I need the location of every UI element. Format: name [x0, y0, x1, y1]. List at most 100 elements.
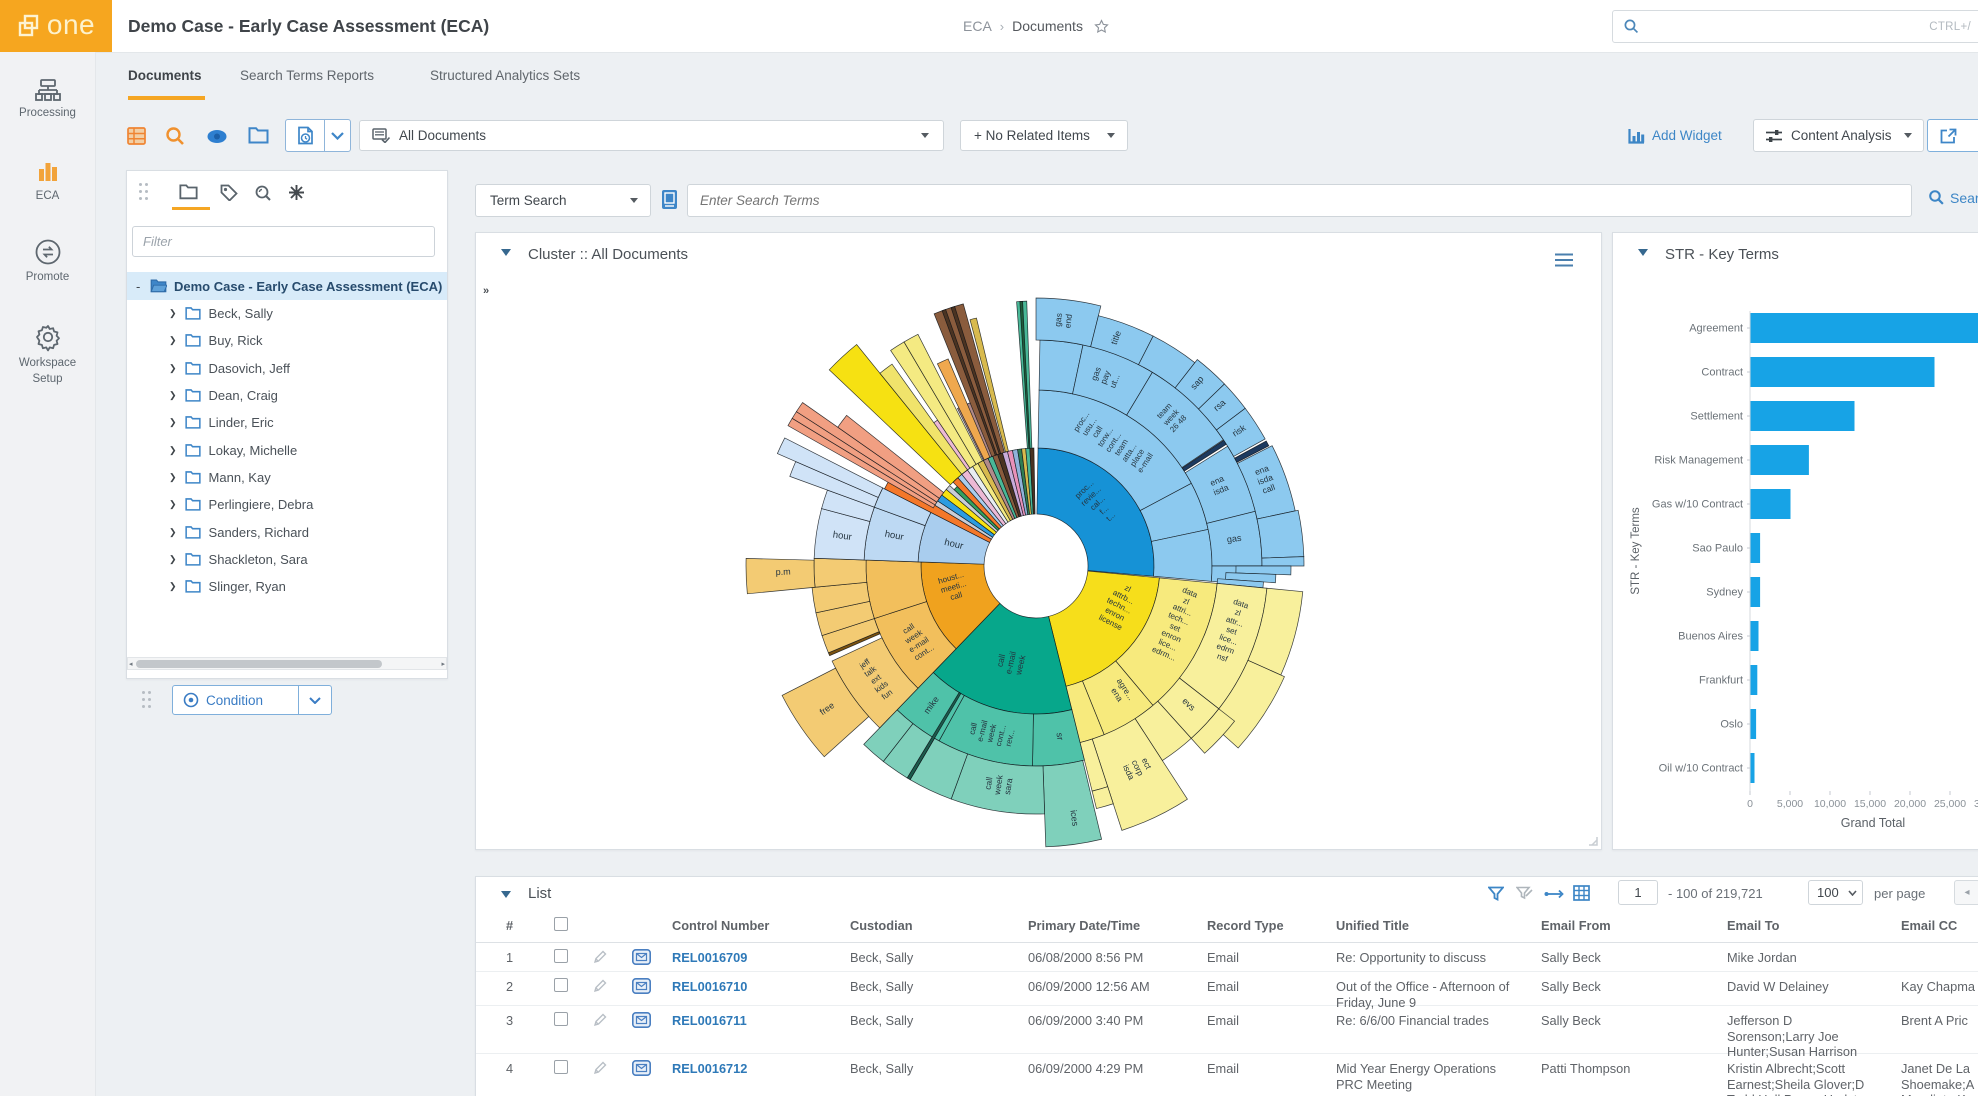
chevron-right-icon[interactable]: ❯ — [169, 335, 177, 346]
grid-view-icon[interactable] — [1573, 885, 1590, 901]
bar-sao-paulo[interactable] — [1751, 533, 1761, 563]
col-header-num[interactable]: # — [506, 918, 513, 934]
edit-pencil-icon[interactable] — [592, 978, 608, 994]
search-mode-selector[interactable]: Term Search — [475, 184, 651, 217]
tree-folder-row[interactable]: ❯Dasovich, Jeff — [127, 355, 447, 382]
bar-oslo[interactable] — [1751, 709, 1757, 739]
row-checkbox[interactable] — [554, 1012, 568, 1026]
str-key-terms-bar-chart[interactable]: AgreementContractSettlementRisk Manageme… — [1613, 233, 1978, 849]
bar-gas-w-10-contract[interactable] — [1751, 489, 1791, 519]
control-number-link[interactable]: REL0016709 — [672, 950, 747, 966]
condition-drag-handle[interactable] — [142, 691, 152, 709]
breadcrumb-documents[interactable]: Documents — [1012, 18, 1083, 34]
sunburst-segment[interactable] — [1262, 557, 1304, 566]
view-selector[interactable]: All Documents — [359, 120, 944, 151]
chevron-right-icon[interactable]: ❯ — [169, 472, 177, 483]
col-header-cc[interactable]: Email CC — [1901, 918, 1957, 934]
term-search-input[interactable] — [687, 184, 1912, 217]
tree-folder-row[interactable]: ❯Buy, Rick — [127, 327, 447, 354]
bar-oil-w-10-contract[interactable] — [1751, 753, 1755, 783]
chevron-right-icon[interactable]: ❯ — [169, 554, 177, 565]
sunburst-segment[interactable] — [814, 558, 867, 587]
chevron-right-icon[interactable]: ❯ — [169, 390, 177, 401]
bar-risk-management[interactable] — [1751, 445, 1809, 475]
document-view-split-button[interactable] — [285, 119, 351, 152]
content-analysis-selector[interactable]: Content Analysis — [1753, 119, 1924, 152]
scroll-right-arrow[interactable]: ▸ — [441, 660, 445, 668]
first-page-button[interactable]: ◂ — [1954, 880, 1978, 905]
favorite-star-icon[interactable] — [1093, 18, 1110, 35]
folder-tab-icon[interactable] — [179, 184, 198, 200]
row-checkbox[interactable] — [554, 949, 568, 963]
tree-h-scrollbar[interactable]: ◂▸ — [127, 657, 447, 670]
related-items-selector[interactable]: + No Related Items — [960, 120, 1128, 151]
chevron-right-icon[interactable]: ❯ — [169, 445, 177, 456]
related-search-tab-icon[interactable] — [254, 184, 273, 201]
bar-sydney[interactable] — [1751, 577, 1761, 607]
col-header-custodian[interactable]: Custodian — [850, 918, 913, 934]
control-number-link[interactable]: REL0016710 — [672, 979, 747, 995]
col-header-from[interactable]: Email From — [1541, 918, 1611, 934]
sidebar-item-workspace-setup[interactable]: Workspace Setup — [0, 322, 95, 387]
collapse-toggle[interactable]: - — [136, 279, 148, 294]
scroll-thumb[interactable] — [136, 660, 382, 668]
tree-filter-input[interactable] — [132, 226, 435, 257]
folder-icon[interactable] — [248, 127, 269, 144]
col-header-date[interactable]: Primary Date/Time — [1028, 918, 1140, 934]
cluster-sunburst-chart[interactable]: proc...revie...cal...f...t...proc...usu.… — [476, 233, 1601, 849]
row-checkbox[interactable] — [554, 978, 568, 992]
cluster-tab-icon[interactable] — [288, 184, 305, 201]
pop-out-button[interactable] — [1927, 119, 1978, 152]
tree-folder-row[interactable]: ❯Perlingiere, Debra — [127, 491, 447, 518]
clear-filter-icon[interactable] — [1516, 886, 1533, 901]
tree-root-row[interactable]: -Demo Case - Early Case Assessment (ECA) — [127, 272, 447, 300]
panel-drag-handle[interactable] — [139, 183, 149, 201]
app-logo[interactable]: one — [0, 0, 112, 52]
document-view-dropdown[interactable] — [325, 120, 350, 151]
tree-folder-row[interactable]: ❯Lokay, Michelle — [127, 436, 447, 463]
search-index-icon[interactable] — [660, 189, 680, 211]
condition-button[interactable]: Condition — [172, 685, 332, 715]
edit-pencil-icon[interactable] — [592, 949, 608, 965]
tree-folder-row[interactable]: ❯Linder, Eric — [127, 409, 447, 436]
table-row[interactable]: 4REL0016712Beck, Sally06/09/2000 4:29 PM… — [476, 1054, 1978, 1096]
table-row[interactable]: 2REL0016710Beck, Sally06/09/2000 12:56 A… — [476, 972, 1978, 1006]
control-number-link[interactable]: REL0016712 — [672, 1061, 747, 1077]
chevron-right-icon[interactable]: ❯ — [169, 499, 177, 510]
chevron-right-icon[interactable]: ❯ — [169, 308, 177, 319]
tab-search-terms-reports[interactable]: Search Terms Reports — [240, 68, 374, 83]
control-number-link[interactable]: REL0016711 — [672, 1013, 747, 1029]
bar-buenos-aires[interactable] — [1751, 621, 1759, 651]
column-width-icon[interactable] — [1544, 889, 1564, 899]
search-button[interactable]: Search — [1928, 189, 1978, 206]
chevron-right-icon[interactable]: ❯ — [169, 363, 177, 374]
sidebar-item-eca[interactable]: ECA — [0, 159, 95, 205]
row-checkbox[interactable] — [554, 1060, 568, 1074]
sunburst-segment[interactable] — [1257, 510, 1304, 558]
table-row[interactable]: 1REL0016709Beck, Sally06/08/2000 8:56 PM… — [476, 943, 1978, 972]
email-document-icon[interactable] — [632, 1012, 651, 1028]
preview-eye-icon[interactable] — [206, 129, 228, 144]
page-size-selector[interactable]: 100 — [1808, 880, 1863, 905]
tree-folder-row[interactable]: ❯Slinger, Ryan — [127, 573, 447, 600]
tree-folder-row[interactable]: ❯Sanders, Richard — [127, 518, 447, 545]
edit-pencil-icon[interactable] — [592, 1012, 608, 1028]
bar-agreement[interactable] — [1751, 313, 1978, 343]
tree-folder-row[interactable]: ❯Dean, Craig — [127, 382, 447, 409]
collapse-caret-icon[interactable] — [501, 891, 511, 898]
document-view-button[interactable] — [286, 120, 325, 151]
browse-layout-icon[interactable] — [127, 127, 146, 145]
table-row[interactable]: 3REL0016711Beck, Sally06/09/2000 3:40 PM… — [476, 1006, 1978, 1054]
col-header-to[interactable]: Email To — [1727, 918, 1779, 934]
email-document-icon[interactable] — [632, 978, 651, 994]
filter-funnel-icon[interactable] — [1488, 886, 1504, 901]
tree-folder-row[interactable]: ❯Beck, Sally — [127, 300, 447, 327]
tab-structured-analytics-sets[interactable]: Structured Analytics Sets — [430, 68, 580, 83]
edit-pencil-icon[interactable] — [592, 1060, 608, 1076]
sidebar-item-promote[interactable]: Promote — [0, 238, 95, 286]
select-all-checkbox[interactable] — [554, 917, 568, 931]
page-number-input[interactable] — [1618, 880, 1658, 905]
email-document-icon[interactable] — [632, 1060, 651, 1076]
tag-tab-icon[interactable] — [220, 184, 238, 201]
condition-dropdown[interactable] — [298, 686, 331, 714]
